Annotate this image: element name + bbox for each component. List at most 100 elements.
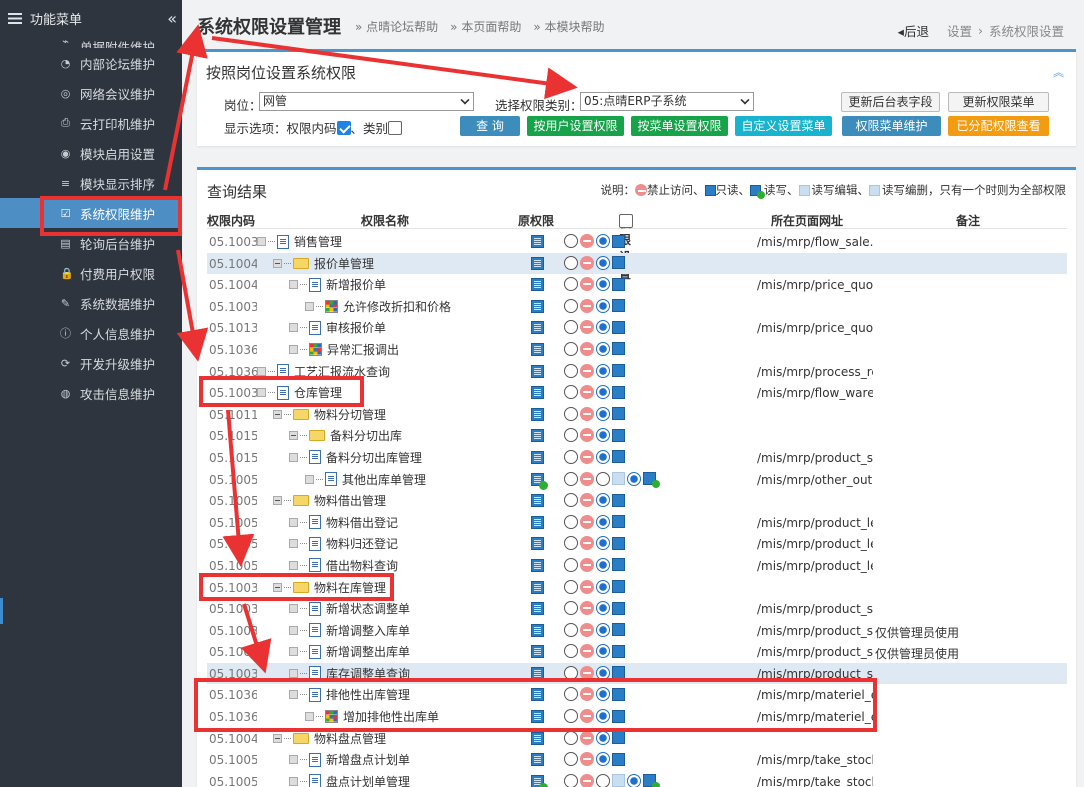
radio-none[interactable] (564, 730, 578, 745)
tree-node-icon[interactable] (289, 668, 298, 678)
radio-read[interactable] (596, 601, 610, 616)
radio-read[interactable] (596, 493, 610, 508)
radio-none[interactable] (564, 277, 578, 292)
tree-node-icon[interactable] (289, 344, 298, 354)
radio-read-write[interactable] (627, 471, 641, 486)
sidebar-item-0[interactable]: ⌁ 单据附件维护 (0, 36, 182, 48)
row-name-label[interactable]: 借出物料查询 (326, 557, 398, 574)
row-name-label[interactable]: 其他出库单管理 (342, 471, 426, 488)
sidebar-item-1[interactable]: ◔ 内部论坛维护 (0, 48, 182, 78)
radio-none[interactable] (564, 449, 578, 464)
page-help-link[interactable]: » 本页面帮助 (450, 18, 521, 35)
radio-none[interactable] (564, 298, 578, 313)
radio-read[interactable] (596, 298, 610, 313)
radio-none[interactable] (564, 493, 578, 508)
radio-read[interactable] (596, 471, 610, 486)
sidebar-item-8[interactable]: 🔒 付费用户权限 (0, 258, 182, 288)
row-name-label[interactable]: 异常汇报调出 (327, 341, 399, 358)
radio-read[interactable] (596, 752, 610, 767)
sidebar-item-3[interactable]: ⎙ 云打印机维护 (0, 108, 182, 138)
update-fields-button[interactable]: 更新后台表字段 (841, 92, 940, 112)
radio-read[interactable] (596, 385, 610, 400)
radio-read-write[interactable] (627, 773, 641, 787)
row-name-label[interactable]: 备料分切出库管理 (326, 449, 422, 466)
custom-menu-button[interactable]: 自定义设置菜单 (735, 116, 832, 136)
menu-maintain-button[interactable]: 权限菜单维护 (842, 116, 941, 136)
tree-node-icon[interactable] (289, 431, 298, 441)
tree-node-icon[interactable] (257, 366, 266, 376)
radio-none[interactable] (564, 644, 578, 659)
forum-help-link[interactable]: » 点晴论坛帮助 (355, 18, 438, 35)
tree-node-icon[interactable] (289, 452, 298, 462)
radio-read[interactable] (596, 406, 610, 421)
query-button[interactable]: 查 询 (460, 116, 520, 136)
back-button[interactable]: ◂后退 (898, 21, 929, 40)
radio-none[interactable] (564, 601, 578, 616)
sidebar-item-11[interactable]: ⟳ 开发升级维护 (0, 348, 182, 378)
sidebar-item-10[interactable]: ⓘ 个人信息维护 (0, 318, 182, 348)
category-select[interactable]: 05:点晴ERP子系统 (580, 92, 754, 111)
radio-none[interactable] (564, 341, 578, 356)
row-name-label[interactable]: 允许修改折扣和价格 (343, 298, 451, 315)
collapse-panel-icon[interactable]: ︽ (1053, 64, 1064, 80)
radio-none[interactable] (564, 406, 578, 421)
radio-none[interactable] (564, 579, 578, 594)
set-by-user-button[interactable]: 按用户设置权限 (527, 116, 624, 136)
radio-none[interactable] (564, 536, 578, 551)
row-name-label[interactable]: 盘点计划单管理 (326, 773, 410, 787)
tree-node-icon[interactable] (289, 776, 298, 786)
radio-read[interactable] (596, 579, 610, 594)
radio-read[interactable] (596, 644, 610, 659)
radio-read[interactable] (596, 536, 610, 551)
row-name-label[interactable]: 报价单管理 (314, 255, 374, 272)
tree-node-icon[interactable] (289, 625, 298, 635)
sidebar-item-9[interactable]: ✎ 系统数据维护 (0, 288, 182, 318)
radio-none[interactable] (564, 363, 578, 378)
sidebar-item-12[interactable]: ◍ 攻击信息维护 (0, 378, 182, 408)
category-checkbox[interactable] (388, 121, 403, 135)
scroll-indicator[interactable] (0, 598, 3, 624)
radio-none[interactable] (564, 471, 578, 486)
radio-read[interactable] (596, 363, 610, 378)
select-all-checkbox[interactable] (619, 214, 633, 228)
tree-node-icon[interactable] (273, 496, 282, 506)
post-select[interactable]: 网管 (259, 92, 474, 111)
radio-read[interactable] (596, 341, 610, 356)
radio-read[interactable] (596, 773, 610, 787)
sidebar-item-5[interactable]: ≡ 模块显示排序 (0, 168, 182, 198)
radio-none[interactable] (564, 385, 578, 400)
tree-node-icon[interactable] (289, 647, 298, 657)
radio-read[interactable] (596, 234, 610, 248)
tree-node-icon[interactable] (273, 258, 282, 268)
radio-none[interactable] (564, 773, 578, 787)
collapse-icon[interactable]: « (167, 9, 177, 28)
row-name-label[interactable]: 新增盘点计划单 (326, 751, 410, 768)
radio-read[interactable] (596, 514, 610, 529)
row-name-label[interactable]: 物料借出管理 (314, 492, 386, 509)
radio-none[interactable] (564, 255, 578, 270)
radio-read[interactable] (596, 449, 610, 464)
row-name-label[interactable]: 备料分切出库 (330, 427, 402, 444)
row-name-label[interactable]: 审核报价单 (326, 319, 386, 336)
radio-none[interactable] (564, 234, 578, 248)
radio-none[interactable] (564, 752, 578, 767)
radio-none[interactable] (564, 557, 578, 572)
tree-node-icon[interactable] (289, 280, 298, 290)
radio-read[interactable] (596, 255, 610, 270)
tree-node-icon[interactable] (273, 733, 282, 743)
tree-node-icon[interactable] (289, 517, 298, 527)
tree-node-icon[interactable] (257, 237, 266, 246)
row-name-label[interactable]: 新增调整出库单 (326, 643, 410, 660)
set-by-menu-button[interactable]: 按菜单设置权限 (631, 116, 728, 136)
radio-read[interactable] (596, 320, 610, 335)
breadcrumb-parent[interactable]: 设置 (947, 21, 972, 40)
tree-node-icon[interactable] (289, 560, 298, 570)
radio-none[interactable] (564, 622, 578, 637)
radio-none[interactable] (564, 428, 578, 443)
row-name-label[interactable]: 物料归还登记 (326, 535, 398, 552)
tree-node-icon[interactable] (289, 755, 298, 765)
tree-node-icon[interactable] (289, 539, 298, 549)
radio-read[interactable] (596, 730, 610, 745)
tree-node-icon[interactable] (305, 474, 314, 484)
radio-read[interactable] (596, 557, 610, 572)
